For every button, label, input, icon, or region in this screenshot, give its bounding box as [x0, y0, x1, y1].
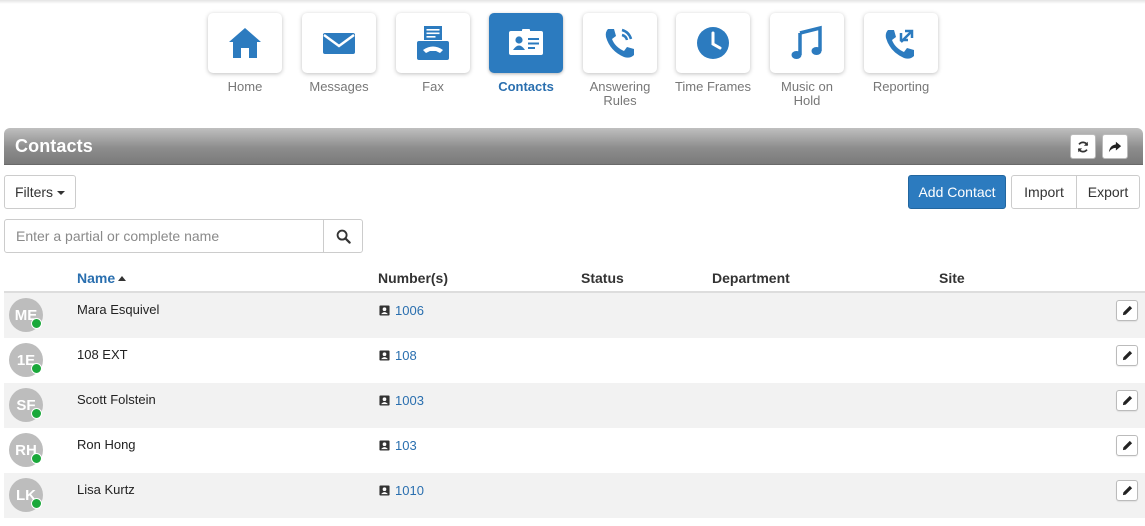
edit-button[interactable]: [1116, 390, 1138, 411]
contact-name: Lisa Kurtz: [77, 482, 135, 497]
edit-button[interactable]: [1116, 300, 1138, 321]
contact-name: Scott Folstein: [77, 392, 156, 407]
nav-time-frames-tile[interactable]: [676, 13, 750, 73]
export-button[interactable]: Export: [1077, 175, 1140, 209]
nav-answering-rules[interactable]: Answering Rules: [580, 13, 660, 108]
nav-home-label: Home: [227, 79, 263, 94]
search-icon: [336, 229, 351, 244]
nav-contacts-label: Contacts: [498, 79, 554, 94]
column-header-name-label: Name: [77, 270, 116, 286]
table-row[interactable]: ME Mara Esquivel 1006: [4, 293, 1145, 338]
presence-online-indicator: [31, 318, 42, 329]
pencil-icon: [1122, 395, 1132, 406]
nav-reporting-tile[interactable]: [864, 13, 938, 73]
fax-icon: [417, 26, 449, 60]
presence-online-indicator: [31, 498, 42, 509]
refresh-icon: [1077, 141, 1089, 152]
pencil-icon: [1122, 350, 1132, 361]
import-button[interactable]: Import: [1011, 175, 1077, 209]
top-border: [0, 0, 1145, 4]
envelope-icon: [323, 33, 355, 54]
nav-reporting-label: Reporting: [872, 79, 930, 94]
table-row[interactable]: SF Scott Folstein 1003: [4, 383, 1145, 428]
sort-ascending-icon: [118, 276, 127, 281]
add-contact-button[interactable]: Add Contact: [908, 175, 1006, 209]
contact-number: 103: [395, 438, 417, 453]
edit-button[interactable]: [1116, 435, 1138, 456]
contact-number-link[interactable]: 1006: [379, 303, 424, 318]
phone-rules-icon: [605, 28, 634, 58]
nav-messages[interactable]: Messages: [299, 13, 379, 94]
panel-header: Contacts: [4, 128, 1143, 165]
clock-icon: [697, 27, 729, 59]
phone-arrows-icon: [885, 29, 914, 59]
nav-time-frames-label: Time Frames: [674, 79, 752, 94]
nav-contacts-tile[interactable]: [489, 13, 563, 73]
contact-card-small-icon: [379, 395, 390, 406]
column-header-name[interactable]: Name: [77, 270, 127, 286]
contact-number: 108: [395, 348, 417, 363]
filters-label: Filters: [14, 184, 54, 200]
nav-reporting[interactable]: Reporting: [861, 13, 941, 94]
nav-answering-rules-tile[interactable]: [583, 13, 657, 73]
contact-name: Mara Esquivel: [77, 302, 160, 317]
filters-button[interactable]: Filters: [4, 175, 76, 209]
nav-time-frames[interactable]: Time Frames: [673, 13, 753, 94]
contact-card-small-icon: [379, 440, 390, 451]
pencil-icon: [1122, 440, 1132, 451]
nav-music-on-hold-tile[interactable]: [770, 13, 844, 73]
chevron-down-icon: [57, 191, 66, 195]
contact-number-link[interactable]: 103: [379, 438, 417, 453]
search-button[interactable]: [323, 219, 363, 253]
column-header-department[interactable]: Department: [712, 270, 790, 286]
nav-messages-tile[interactable]: [302, 13, 376, 73]
contact-number-link[interactable]: 1003: [379, 393, 424, 408]
edit-button[interactable]: [1116, 345, 1138, 366]
contact-card-small-icon: [379, 485, 390, 496]
contact-card-small-icon: [379, 305, 390, 316]
app-nav: Home Messages Fax Contacts Answering Rul…: [0, 13, 1145, 113]
nav-answering-rules-label: Answering Rules: [589, 79, 651, 108]
table-row[interactable]: 1E 108 EXT 108: [4, 338, 1145, 383]
contact-number: 1010: [395, 483, 424, 498]
refresh-button[interactable]: [1070, 134, 1096, 159]
nav-home[interactable]: Home: [205, 13, 285, 94]
pencil-icon: [1122, 485, 1132, 496]
contact-number: 1006: [395, 303, 424, 318]
nav-home-tile[interactable]: [208, 13, 282, 73]
contact-number-link[interactable]: 108: [379, 348, 417, 363]
home-icon: [229, 28, 261, 58]
table-row[interactable]: RH Ron Hong 103: [4, 428, 1145, 473]
music-note-icon: [791, 25, 822, 59]
pencil-icon: [1122, 305, 1132, 316]
presence-online-indicator: [31, 408, 42, 419]
nav-messages-label: Messages: [309, 79, 369, 94]
edit-button[interactable]: [1116, 480, 1138, 501]
share-arrow-icon: [1108, 141, 1122, 152]
contact-number-link[interactable]: 1010: [379, 483, 424, 498]
page-title: Contacts: [15, 136, 93, 156]
nav-fax-label: Fax: [422, 79, 444, 94]
contact-name: 108 EXT: [77, 347, 128, 362]
nav-fax[interactable]: Fax: [393, 13, 473, 94]
column-header-numbers[interactable]: Number(s): [378, 270, 448, 286]
contact-name: Ron Hong: [77, 437, 136, 452]
table-row[interactable]: LK Lisa Kurtz 1010: [4, 473, 1145, 518]
nav-music-on-hold-label: Music on Hold: [780, 79, 834, 108]
nav-fax-tile[interactable]: [396, 13, 470, 73]
column-header-site[interactable]: Site: [939, 270, 965, 286]
share-button[interactable]: [1102, 134, 1128, 159]
column-header-status[interactable]: Status: [581, 270, 624, 286]
contact-card-icon: [509, 29, 543, 55]
presence-online-indicator: [31, 453, 42, 464]
nav-contacts[interactable]: Contacts: [486, 13, 566, 94]
contact-number: 1003: [395, 393, 424, 408]
presence-online-indicator: [31, 363, 42, 374]
search-input[interactable]: [4, 219, 324, 253]
nav-music-on-hold[interactable]: Music on Hold: [767, 13, 847, 108]
contact-card-small-icon: [379, 350, 390, 361]
